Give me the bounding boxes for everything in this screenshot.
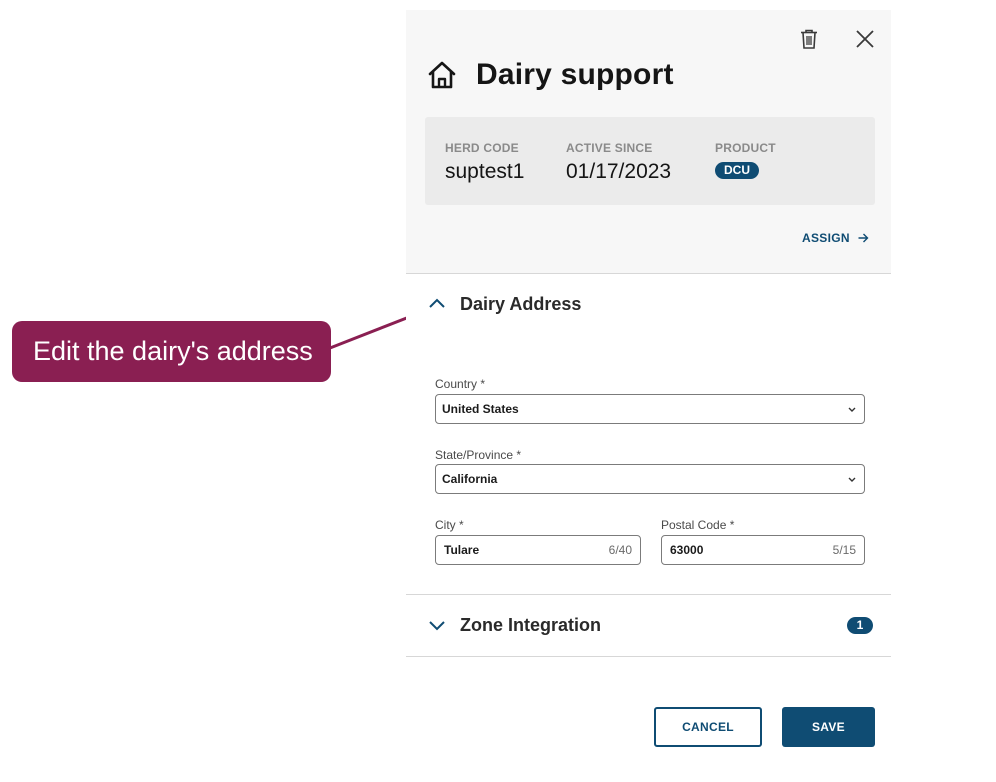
- trash-icon: [801, 29, 817, 49]
- active-since-value: 01/17/2023: [566, 160, 672, 183]
- home-icon: [426, 58, 460, 92]
- state-value: California: [442, 472, 498, 486]
- cancel-button[interactable]: CANCEL: [654, 707, 762, 747]
- herd-code-group: HERD CODE suptest1: [445, 141, 524, 184]
- arrow-right-icon: [858, 233, 869, 243]
- postal-code-label: Postal Code *: [661, 518, 735, 532]
- page-title: Dairy support: [476, 58, 674, 91]
- chevron-up-icon: [429, 298, 445, 308]
- country-value: United States: [442, 402, 519, 416]
- chevron-down-icon: [848, 407, 856, 412]
- zone-integration-toggle[interactable]: Zone Integration 1: [406, 605, 891, 645]
- panel-header: Dairy support HERD CODE suptest1 ACTIVE …: [406, 10, 891, 273]
- close-button[interactable]: [852, 26, 878, 52]
- dairy-address-toggle[interactable]: Dairy Address: [406, 284, 891, 324]
- state-label: State/Province *: [435, 448, 522, 462]
- postal-code-field[interactable]: 5/15: [661, 535, 865, 565]
- postal-code-char-counter: 5/15: [832, 543, 856, 557]
- product-label: PRODUCT: [715, 141, 776, 155]
- city-field[interactable]: 6/40: [435, 535, 641, 565]
- herd-code-value: suptest1: [445, 160, 525, 183]
- country-label: Country *: [435, 377, 486, 391]
- close-icon: [856, 30, 874, 48]
- herd-code-label: HERD CODE: [445, 141, 519, 155]
- zone-count-badge: 1: [847, 617, 873, 634]
- active-since-group: ACTIVE SINCE 01/17/2023: [566, 141, 671, 184]
- callout-box: Edit the dairy's address: [12, 321, 331, 382]
- city-input[interactable]: [436, 543, 586, 557]
- divider: [406, 656, 891, 657]
- product-group: PRODUCT DCU: [715, 141, 776, 179]
- state-select[interactable]: California: [435, 464, 865, 494]
- assign-label: ASSIGN: [802, 231, 850, 245]
- dairy-address-title: Dairy Address: [460, 293, 582, 314]
- postal-code-input[interactable]: [662, 543, 812, 557]
- callout-text: Edit the dairy's address: [33, 336, 313, 366]
- active-since-label: ACTIVE SINCE: [566, 141, 653, 155]
- divider: [406, 273, 891, 274]
- divider: [406, 594, 891, 595]
- product-badge: DCU: [715, 162, 759, 179]
- city-char-counter: 6/40: [608, 543, 632, 557]
- chevron-down-icon: [848, 477, 856, 482]
- save-button[interactable]: SAVE: [782, 707, 875, 747]
- city-label: City *: [435, 518, 464, 532]
- dairy-detail-panel: Dairy support HERD CODE suptest1 ACTIVE …: [406, 10, 891, 782]
- chevron-down-icon: [429, 621, 445, 631]
- dairy-info-card: HERD CODE suptest1 ACTIVE SINCE 01/17/20…: [425, 117, 875, 205]
- assign-link[interactable]: ASSIGN: [802, 231, 869, 245]
- country-select[interactable]: United States: [435, 394, 865, 424]
- delete-button[interactable]: [796, 26, 822, 52]
- panel-title-row: Dairy support: [426, 58, 674, 92]
- zone-integration-title: Zone Integration: [460, 614, 601, 635]
